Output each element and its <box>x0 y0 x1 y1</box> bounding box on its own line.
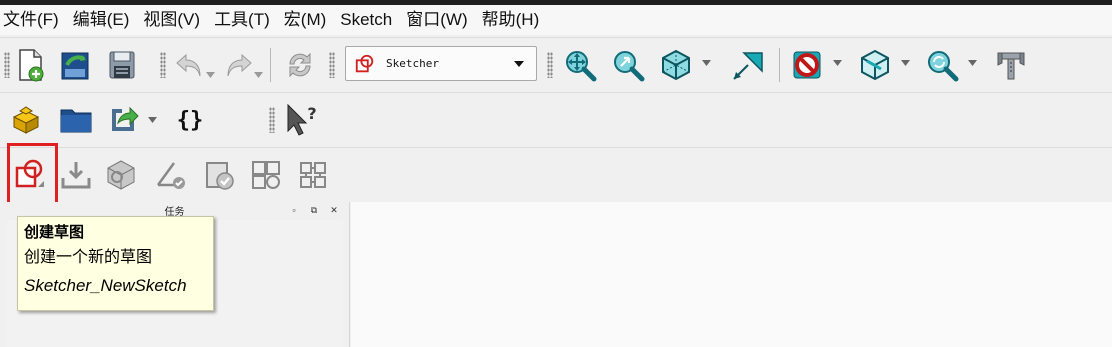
draw-style-dropdown-arrow[interactable] <box>832 58 842 68</box>
svg-text:{}: {} <box>177 108 204 133</box>
undo-icon[interactable] <box>170 45 210 85</box>
reorient-sketch-icon[interactable] <box>101 155 141 195</box>
bounding-box-icon[interactable] <box>855 45 895 85</box>
tooltip-description: 创建一个新的草图 <box>24 249 153 266</box>
save-icon[interactable] <box>102 45 142 85</box>
workbench-selector-value: Sketcher <box>386 57 439 70</box>
close-icon[interactable]: ✕ <box>328 204 340 216</box>
workbench-selector[interactable]: Sketcher <box>345 46 537 81</box>
merge-sketches-icon[interactable] <box>199 155 239 195</box>
new-sketch-tooltip: 创建草图 创建一个新的草图 Sketcher_NewSketch <box>17 216 214 311</box>
redo-dropdown-arrow[interactable] <box>253 70 263 80</box>
part-icon[interactable] <box>6 99 46 139</box>
menu-help[interactable]: 帮助(H) <box>478 5 550 35</box>
toolbar-grip[interactable] <box>269 107 275 133</box>
toolbar-separator <box>270 48 271 82</box>
new-document-icon[interactable] <box>10 45 50 85</box>
link-icon[interactable] <box>102 99 142 139</box>
toolbar-row-sketcher <box>0 147 1112 202</box>
tooltip-command-name: Sketcher_NewSketch <box>24 276 187 295</box>
zoom-selection-icon[interactable] <box>608 45 648 85</box>
folder-icon[interactable] <box>56 99 96 139</box>
view-sync-dropdown-arrow[interactable] <box>967 58 977 68</box>
link-dropdown-arrow[interactable] <box>147 115 157 125</box>
undo-dropdown-arrow[interactable] <box>205 70 215 80</box>
toolbar-row-file-view: Sketcher <box>0 37 1112 92</box>
view-sync-icon[interactable] <box>922 45 962 85</box>
toolbar-separator <box>779 48 780 82</box>
json-braces-icon[interactable]: {} <box>170 99 210 139</box>
measure-icon[interactable] <box>728 45 768 85</box>
menu-macro[interactable]: 宏(M) <box>280 5 336 35</box>
menu-sketch[interactable]: Sketch <box>336 5 402 35</box>
tooltip-title: 创建草图 <box>24 224 85 241</box>
menu-view[interactable]: 视图(V) <box>139 5 210 35</box>
refresh-icon[interactable] <box>280 45 320 85</box>
svg-text:?: ? <box>307 104 316 123</box>
menu-tools[interactable]: 工具(T) <box>210 5 280 35</box>
chevron-down-icon <box>514 60 524 67</box>
bounding-box-dropdown-arrow[interactable] <box>900 58 910 68</box>
menu-window[interactable]: 窗口(W) <box>402 5 477 35</box>
open-document-icon[interactable] <box>55 45 95 85</box>
map-sketch-icon[interactable] <box>56 155 96 195</box>
sketcher-workbench-icon <box>352 51 378 77</box>
main-view-area[interactable] <box>351 202 1112 347</box>
toolbar-grip[interactable] <box>547 52 553 78</box>
menu-edit[interactable]: 编辑(E) <box>69 5 140 35</box>
menu-file[interactable]: 文件(F) <box>0 5 69 35</box>
view-dropdown-arrow[interactable] <box>701 58 711 68</box>
caliper-icon[interactable] <box>990 45 1030 85</box>
restore-icon[interactable]: ▫ <box>288 204 300 216</box>
mirror-sketch-icon[interactable] <box>246 155 286 195</box>
isometric-view-icon[interactable] <box>656 45 696 85</box>
sketch-array-icon[interactable] <box>293 155 333 195</box>
toolbar-row-structure: {} ? <box>0 92 1112 147</box>
whats-this-icon[interactable]: ? <box>280 99 320 139</box>
menubar: 文件(F) 编辑(E) 视图(V) 工具(T) 宏(M) Sketch 窗口(W… <box>0 5 1112 35</box>
zoom-fit-all-icon[interactable] <box>560 45 600 85</box>
toolbar-grip[interactable] <box>160 52 166 78</box>
no-draw-style-icon[interactable] <box>787 45 827 85</box>
float-icon[interactable]: ⧉ <box>308 204 320 216</box>
validate-sketch-icon[interactable] <box>150 155 190 195</box>
redo-icon[interactable] <box>218 45 258 85</box>
toolbar-grip[interactable] <box>329 52 335 78</box>
